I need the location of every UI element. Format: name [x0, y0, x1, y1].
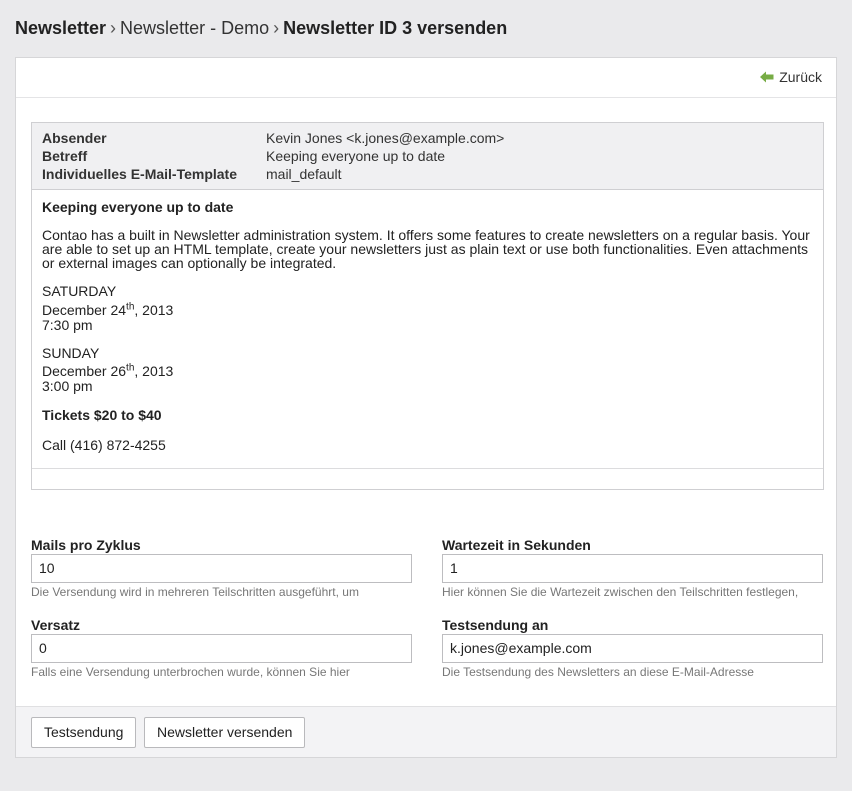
wait-time-input[interactable]: 1	[442, 554, 823, 583]
offset-field: Versatz 0 Falls eine Versendung unterbro…	[31, 617, 412, 679]
event-time: 3:00 pm	[42, 378, 93, 395]
preview-meta: Absender Kevin Jones <k.jones@example.co…	[32, 123, 823, 190]
mails-per-cycle-field: Mails pro Zyklus 10 Die Versendung wird …	[31, 537, 412, 599]
mails-per-cycle-help: Die Versendung wird in mehreren Teilschr…	[31, 585, 359, 599]
meta-key: Individuelles E-Mail-Template	[42, 166, 238, 182]
mail-body: Keeping everyone up to date Contao has a…	[32, 190, 823, 453]
mail-tickets: Tickets $20 to $40	[42, 407, 162, 424]
meta-value: Keeping everyone up to date	[266, 148, 446, 164]
back-label: Zurück	[779, 69, 822, 85]
back-arrow-icon	[760, 71, 774, 83]
offset-input[interactable]: 0	[31, 634, 412, 663]
event-saturday: SATURDAY December 24th, 2013 7:30 pm	[42, 284, 813, 333]
event-date: December 24th, 2013	[42, 301, 174, 318]
meta-row-sender: Absender Kevin Jones <k.jones@example.co…	[42, 129, 813, 147]
wait-time-field: Wartezeit in Sekunden 1 Hier können Sie …	[442, 537, 823, 599]
breadcrumb-current: Newsletter ID 3 versenden	[283, 18, 508, 38]
meta-key: Absender	[42, 130, 107, 146]
breadcrumb-separator: ›	[273, 18, 280, 38]
mails-per-cycle-label: Mails pro Zyklus	[31, 537, 141, 553]
offset-label: Versatz	[31, 617, 81, 633]
wait-time-help: Hier können Sie die Wartezeit zwischen d…	[442, 585, 799, 599]
offset-help: Falls eine Versendung unterbrochen wurde…	[31, 665, 350, 679]
mail-call: Call (416) 872-4255	[42, 437, 166, 454]
breadcrumb: Newsletter › Newsletter - Demo › Newsletter …	[15, 18, 507, 39]
panel-header: Zurück	[16, 58, 836, 98]
mail-intro: Contao has a built in Newsletter adminis…	[42, 227, 810, 271]
meta-row-subject: Betreff Keeping everyone up to date	[42, 147, 813, 165]
breadcrumb-channel: Newsletter - Demo	[120, 18, 270, 38]
mails-per-cycle-input[interactable]: 10	[31, 554, 412, 583]
breadcrumb-root: Newsletter	[15, 18, 107, 38]
back-button[interactable]: Zurück	[760, 69, 822, 85]
test-recipient-field: Testsendung an k.jones@example.com Die T…	[442, 617, 823, 679]
test-recipient-help: Die Testsendung des Newsletters an diese…	[442, 665, 754, 679]
event-day: SUNDAY	[42, 344, 100, 361]
form-footer: Testsendung Newsletter versenden	[16, 706, 836, 757]
meta-value: Kevin Jones <k.jones@example.com>	[266, 130, 505, 146]
meta-key: Betreff	[42, 148, 88, 164]
event-sunday: SUNDAY December 26th, 2013 3:00 pm	[42, 344, 813, 395]
main-panel: Zurück Absender Kevin Jones <k.jones@exa…	[15, 57, 837, 758]
wait-time-label: Wartezeit in Sekunden	[442, 537, 591, 553]
meta-value: mail_default	[266, 166, 342, 182]
test-recipient-input[interactable]: k.jones@example.com	[442, 634, 823, 663]
event-date: December 26th, 2013	[42, 362, 174, 380]
meta-row-template: Individuelles E-Mail-Template mail_defau…	[42, 165, 813, 183]
newsletter-preview: Absender Kevin Jones <k.jones@example.co…	[31, 122, 824, 490]
event-day: SATURDAY	[42, 283, 117, 299]
test-recipient-label: Testsendung an	[442, 617, 549, 633]
event-time: 7:30 pm	[42, 316, 93, 333]
preview-divider	[32, 468, 823, 469]
test-send-button[interactable]: Testsendung	[31, 717, 137, 748]
breadcrumb-separator: ›	[110, 18, 117, 38]
send-newsletter-button[interactable]: Newsletter versenden	[144, 717, 306, 748]
mail-title: Keeping everyone up to date	[42, 199, 234, 215]
